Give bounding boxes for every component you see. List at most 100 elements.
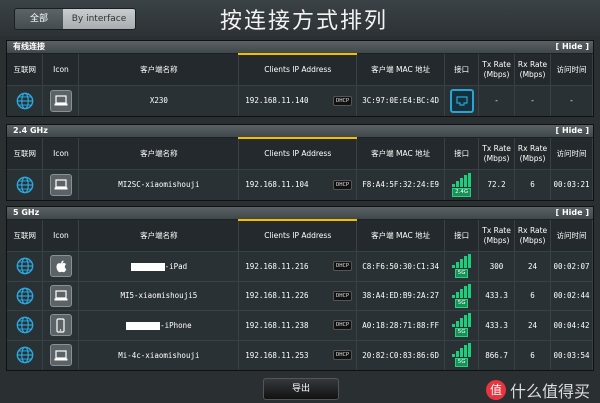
watermark-badge: 值 — [485, 380, 506, 400]
phone-device-icon — [49, 314, 72, 337]
column-header-tx[interactable]: Tx Rate (Mbps) — [478, 138, 516, 170]
port-cell: 5G — [444, 339, 480, 370]
hide-button[interactable]: [ Hide ] — [556, 41, 589, 53]
interface-cell — [7, 280, 44, 311]
tx-rate-cell: 433.3 — [478, 280, 516, 311]
port-cell — [444, 85, 480, 116]
mac-cell: 20:82:C0:83:86:6D — [356, 339, 446, 370]
column-header-tx[interactable]: Tx Rate (Mbps) — [478, 54, 516, 86]
section-panel: 5 GHz[ Hide ] 互联网 Icon 客户端名称 Clients IP Addr… — [6, 206, 594, 371]
table-row[interactable]: MI2SC-xiaomishouji 192.168.11.104 DHCP F8:A… — [7, 169, 593, 200]
client-ip: 192.168.11.253 — [245, 350, 309, 360]
client-name-cell: MI5-xiaomishouji5 — [78, 280, 240, 311]
column-header-ip[interactable]: Clients IP Address — [238, 137, 358, 170]
page-title: 按连接方式排列 — [220, 9, 389, 34]
column-header-ip[interactable]: Clients IP Address — [238, 219, 358, 252]
column-header-mac[interactable]: 客户端 MAC 地址 — [356, 220, 446, 252]
column-header-time[interactable]: 访问时间 — [550, 220, 593, 252]
column-header-rx[interactable]: Rx Rate (Mbps) — [514, 138, 552, 170]
client-name: MI2SC-xiaomishouji — [118, 180, 200, 190]
table-row[interactable]: X230 192.168.11.140 DHCP 3C:97:0E:E4:BC:4D -… — [7, 85, 593, 116]
client-ip: 192.168.11.104 — [245, 180, 309, 190]
column-header-icon[interactable]: Icon — [42, 54, 80, 86]
table-row[interactable]: Mi-4c-xiaomishouji 192.168.11.253 DHCP 20:8… — [7, 339, 593, 370]
icon-cell — [42, 169, 80, 200]
port-cell: 2.4G — [444, 169, 480, 200]
access-time-cell: 00:02:07 — [550, 251, 593, 281]
access-time-cell: 00:03:21 — [550, 169, 593, 200]
interface-cell — [7, 339, 44, 370]
band-badge: 2.4G — [452, 187, 472, 197]
column-header-rx[interactable]: Rx Rate (Mbps) — [514, 54, 552, 86]
column-header-tx[interactable]: Tx Rate (Mbps) — [478, 220, 516, 252]
column-header-interface[interactable]: 互联网 — [7, 138, 44, 170]
hide-button[interactable]: [ Hide ] — [556, 125, 589, 137]
globe-icon — [16, 316, 34, 334]
column-header-client-name[interactable]: 客户端名称 — [78, 220, 240, 252]
access-time-cell: 00:04:42 — [550, 310, 593, 340]
dhcp-badge: DHCP — [332, 350, 353, 360]
column-header-rx[interactable]: Rx Rate (Mbps) — [514, 220, 552, 252]
tx-rate-cell: 866.7 — [478, 339, 516, 370]
column-header-mac[interactable]: 客户端 MAC 地址 — [356, 54, 446, 86]
table-row[interactable]: -iPad 192.168.11.216 DHCP C8:F6:50:30:C1:34… — [7, 251, 593, 281]
column-header-interface[interactable]: 互联网 — [7, 54, 44, 86]
interface-cell — [7, 169, 44, 200]
watermark-text: 什么值得买 — [509, 382, 590, 401]
tab-by-interface[interactable]: By interface — [63, 9, 135, 29]
column-header-port[interactable]: 接口 — [444, 138, 480, 170]
globe-icon — [16, 176, 34, 194]
column-header-time[interactable]: 访问时间 — [550, 138, 593, 170]
section-title-bar: 有线连接 [ Hide ] — [7, 41, 593, 53]
ip-cell: 192.168.11.104 DHCP — [238, 169, 358, 200]
tab-all[interactable]: 全部 — [15, 9, 63, 29]
client-name: -iPad — [164, 261, 188, 271]
mac-cell: C8:F6:50:30:C1:34 — [356, 251, 446, 281]
mac-cell: F8:A4:5F:32:24:E9 — [356, 169, 446, 200]
clients-table: 互联网 Icon 客户端名称 Clients IP Address 客户端 MAC 地址… — [7, 219, 593, 370]
section-title: 5 GHz — [13, 208, 40, 217]
dhcp-badge: DHCP — [332, 261, 353, 272]
ip-cell: 192.168.11.253 DHCP — [238, 339, 358, 370]
laptop-device-icon — [49, 89, 72, 112]
globe-icon — [16, 92, 34, 110]
column-header-ip[interactable]: Clients IP Address — [238, 53, 358, 86]
column-header-client-name[interactable]: 客户端名称 — [78, 54, 240, 86]
client-name: -iPhone — [160, 320, 192, 330]
icon-cell — [42, 85, 80, 116]
column-header-icon[interactable]: Icon — [42, 138, 80, 170]
globe-icon — [16, 287, 34, 305]
table-row[interactable]: MI5-xiaomishouji5 192.168.11.226 DHCP 38:A4… — [7, 280, 593, 311]
clients-table: 互联网 Icon 客户端名称 Clients IP Address 客户端 MAC 地址… — [7, 53, 593, 116]
client-name-cell: Mi-4c-xiaomishouji — [78, 339, 240, 370]
column-header-mac[interactable]: 客户端 MAC 地址 — [356, 138, 446, 170]
table-row[interactable]: -iPhone 192.168.11.238 DHCP A0:18:28:71:88:… — [7, 310, 593, 340]
ip-cell: 192.168.11.238 DHCP — [238, 310, 358, 340]
column-header-client-name[interactable]: 客户端名称 — [78, 138, 240, 170]
band-badge: 5G — [454, 298, 469, 308]
tx-rate-cell: 72.2 — [478, 169, 516, 200]
column-header-time[interactable]: 访问时间 — [550, 54, 593, 86]
icon-cell — [42, 339, 80, 370]
section-title: 2.4 GHz — [13, 126, 48, 135]
column-header-port[interactable]: 接口 — [444, 220, 480, 252]
rx-rate-cell: 6 — [514, 339, 552, 370]
column-header-icon[interactable]: Icon — [42, 220, 80, 252]
hide-button[interactable]: [ Hide ] — [556, 207, 589, 219]
icon-cell — [42, 310, 80, 340]
redaction-block — [130, 262, 165, 271]
rx-rate-cell: 24 — [514, 251, 552, 281]
column-header-port[interactable]: 接口 — [444, 54, 480, 86]
laptop-device-icon — [49, 173, 72, 196]
section-title-bar: 2.4 GHz [ Hide ] — [7, 125, 593, 137]
apple-device-icon — [49, 255, 72, 278]
rx-rate-cell: - — [514, 85, 552, 116]
column-header-interface[interactable]: 互联网 — [7, 220, 44, 252]
client-name: X230 — [149, 96, 168, 106]
icon-cell — [42, 280, 80, 311]
wifi-signal-icon: 5G — [452, 313, 472, 338]
export-button[interactable]: 导出 — [263, 378, 339, 400]
client-name: MI5-xiaomishouji5 — [120, 291, 198, 301]
laptop-device-icon — [49, 344, 72, 366]
interface-cell — [7, 251, 44, 281]
